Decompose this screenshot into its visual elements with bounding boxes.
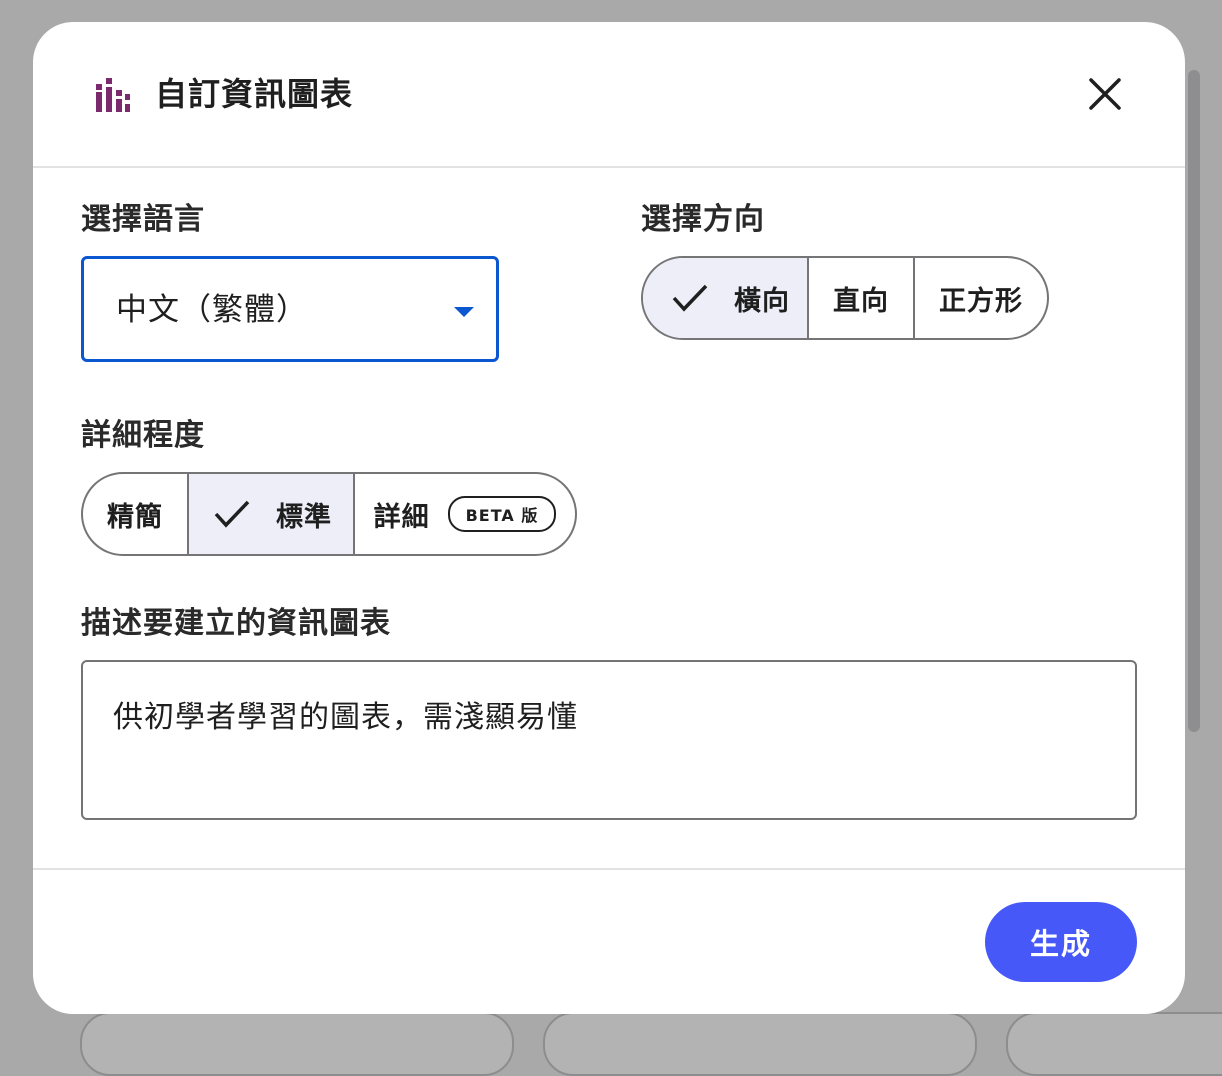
background-card: [1006, 1012, 1222, 1076]
dialog-header: 自訂資訊圖表: [33, 22, 1185, 168]
detail-option-label: 精簡: [107, 501, 163, 533]
detail-level-label: 詳細程度: [81, 418, 205, 453]
description-label: 描述要建立的資訊圖表: [81, 606, 391, 641]
detail-level-segmented-control: 精簡 標準 詳細 BETA 版: [81, 472, 577, 556]
orientation-option-label: 正方形: [939, 285, 1023, 317]
dropdown-arrow-icon: [454, 307, 474, 317]
footer-divider: [33, 868, 1185, 870]
customize-infographic-dialog: 自訂資訊圖表 選擇語言 中文（繁體） 選擇方向 橫向 直向 正方形 詳細程度 精…: [33, 22, 1185, 1014]
detail-option-label: 詳細: [373, 501, 430, 533]
check-icon: [672, 284, 708, 312]
close-icon[interactable]: [1085, 74, 1125, 114]
orientation-label: 選擇方向: [641, 202, 765, 237]
check-icon: [214, 500, 250, 528]
detail-option-label: 標準: [276, 501, 332, 533]
dialog-title: 自訂資訊圖表: [155, 75, 354, 113]
background-card: [80, 1012, 514, 1076]
orientation-option-landscape[interactable]: 橫向: [643, 258, 809, 338]
language-select[interactable]: 中文（繁體）: [81, 256, 499, 362]
background-card: [543, 1012, 977, 1076]
orientation-option-square[interactable]: 正方形: [915, 258, 1047, 338]
language-label: 選擇語言: [81, 202, 205, 237]
infographic-logo-icon: [96, 78, 130, 112]
detail-option-concise[interactable]: 精簡: [83, 474, 189, 554]
description-textarea[interactable]: 供初學者學習的圖表，需淺顯易懂: [81, 660, 1137, 820]
orientation-option-label: 橫向: [734, 285, 790, 317]
generate-button[interactable]: 生成: [985, 902, 1137, 982]
detail-option-standard[interactable]: 標準: [189, 474, 355, 554]
description-text: 供初學者學習的圖表，需淺顯易懂: [113, 700, 578, 735]
orientation-option-portrait[interactable]: 直向: [809, 258, 915, 338]
beta-badge: BETA 版: [447, 496, 557, 532]
scrollbar-thumb[interactable]: [1188, 70, 1200, 732]
detail-option-detailed[interactable]: 詳細 BETA 版: [355, 474, 575, 554]
orientation-option-label: 直向: [833, 285, 889, 317]
orientation-segmented-control: 橫向 直向 正方形: [641, 256, 1049, 340]
language-selected-value: 中文（繁體）: [116, 292, 308, 328]
